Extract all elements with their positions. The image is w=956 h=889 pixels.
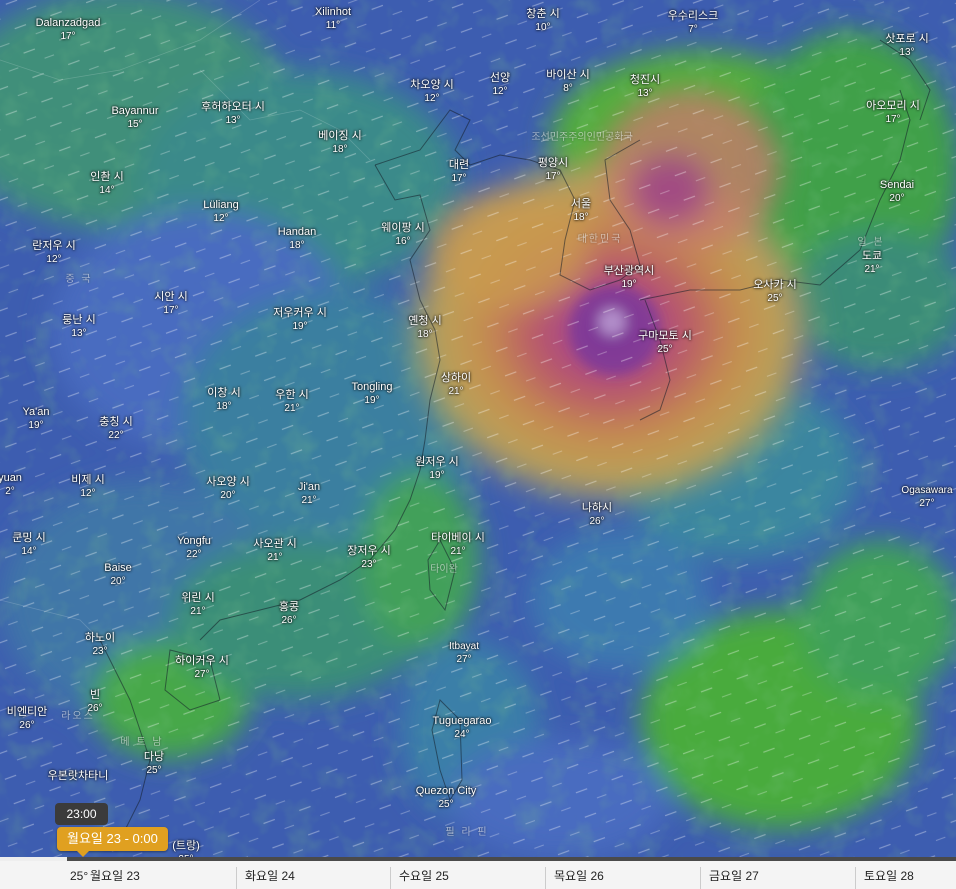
timeline-day[interactable]: 목요일 26 [545, 867, 604, 889]
city-label[interactable]: 위린 시 21° [181, 592, 214, 618]
city-label[interactable]: Sendai 20° [880, 179, 914, 205]
city-label[interactable]: 저우커우 시 19° [265, 307, 335, 333]
city-label[interactable]: 차오양 시 12° [410, 79, 454, 105]
country-label: 베 트 남 [120, 737, 164, 748]
city-label[interactable]: Handan 18° [278, 226, 317, 252]
city-label[interactable]: 다낭 25° [144, 751, 164, 777]
country-label: 조선민주주의인민공화국 [531, 132, 633, 143]
city-label[interactable]: yuan 2° [0, 472, 22, 498]
city-label[interactable]: 우한 시 21° [275, 389, 308, 415]
city-label[interactable]: 충칭 시 22° [99, 416, 132, 442]
country-label: 일 본 [857, 237, 885, 248]
city-label[interactable]: 홍콩 26° [279, 601, 299, 627]
country-label: 중 국 [65, 274, 93, 285]
city-label[interactable]: Itbayat 27° [449, 640, 479, 666]
country-label: 대한민국 [577, 234, 623, 245]
city-label[interactable]: 원저우 시 19° [415, 456, 459, 482]
city-label[interactable]: 우본랏차타니 [48, 770, 109, 783]
city-label[interactable]: 하이커우 시 27° [167, 655, 237, 681]
city-label[interactable]: 웨이팡 시 16° [381, 222, 425, 248]
city-label[interactable]: 쿤밍 시 14° [12, 532, 45, 558]
city-label[interactable]: 옌청 시 18° [408, 315, 441, 341]
city-label[interactable]: Bayannur 15° [111, 105, 158, 131]
current-time-pill[interactable]: 월요일 23 - 0:00 [57, 827, 168, 857]
city-label[interactable]: 평양시 17° [538, 157, 568, 183]
city-label[interactable]: Tongling 19° [352, 381, 393, 407]
city-label[interactable]: Baise 20° [104, 562, 132, 588]
city-label[interactable]: Ji'an 21° [298, 481, 320, 507]
city-label[interactable]: 청진시 13° [630, 74, 660, 100]
city-label[interactable]: 상하이 21° [441, 372, 471, 398]
timeline-progress[interactable] [0, 857, 67, 861]
city-label[interactable]: 오사카 시 25° [753, 279, 797, 305]
city-label[interactable]: 하노이 23° [85, 632, 115, 658]
timeline-day[interactable]: 토요일 28 [855, 867, 914, 889]
city-label[interactable]: Quezon City 25° [416, 785, 477, 811]
city-label[interactable]: Ya'an 19° [23, 406, 50, 432]
country-label: 필 리 핀 [445, 827, 489, 838]
city-label[interactable]: 인촨 시 14° [90, 171, 123, 197]
city-label[interactable]: 이창 시 18° [207, 387, 240, 413]
city-label[interactable]: 바이산 시 8° [546, 69, 590, 95]
timeline-bar[interactable]: 25° 월요일 23 화요일 24 수요일 25 목요일 26 금요일 27 토… [0, 857, 956, 889]
city-label[interactable]: 시안 시 17° [154, 291, 187, 317]
city-label[interactable]: 사오양 시 20° [206, 476, 250, 502]
timeline-day[interactable]: 금요일 27 [700, 867, 759, 889]
city-label[interactable]: Tuguegarao 24° [433, 715, 492, 741]
city-label[interactable]: 삿포로 시 13° [885, 33, 929, 59]
city-label[interactable]: 창춘 시 10° [526, 8, 559, 34]
city-label[interactable]: Ogasawara 27° [901, 484, 952, 510]
city-label[interactable]: 사오관 시 21° [253, 538, 297, 564]
city-label[interactable]: 타이베이 시 21° [423, 532, 493, 558]
city-label[interactable]: Dalanzadgad 17° [36, 17, 101, 43]
city-label[interactable]: 룽난 시 13° [62, 314, 95, 340]
country-label: 라오스 [61, 711, 95, 722]
city-label[interactable]: 비제 시 12° [71, 474, 104, 500]
city-label[interactable]: Xilinhot 11° [315, 6, 351, 32]
city-label[interactable]: 대련 17° [449, 159, 469, 185]
city-label[interactable]: 란저우 시 12° [32, 240, 76, 266]
timeline-day[interactable]: 화요일 24 [236, 867, 295, 889]
city-label[interactable]: 우수리스크 7° [658, 10, 728, 36]
city-label[interactable]: 장저우 시 23° [347, 545, 391, 571]
city-label[interactable]: 비엔티안 26° [7, 706, 47, 732]
city-label[interactable]: 구마모토 시 25° [630, 330, 700, 356]
city-label[interactable]: 선양 12° [490, 72, 510, 98]
city-label[interactable]: 도쿄 21° [862, 250, 882, 276]
city-label[interactable]: 서울 18° [571, 198, 591, 224]
timeline-day[interactable]: 월요일 23 [82, 867, 140, 889]
city-label[interactable]: Lüliang 12° [203, 199, 238, 225]
city-label[interactable]: 후허하오터 시 13° [198, 101, 268, 127]
timeline-day[interactable]: 수요일 25 [390, 867, 449, 889]
city-label[interactable]: 부산광역시 19° [594, 265, 664, 291]
time-tooltip: 23:00 [55, 803, 108, 825]
country-label: 타이완 [430, 564, 458, 575]
city-label[interactable]: 나하시 26° [582, 502, 612, 528]
city-label[interactable]: 베이징 시 18° [318, 130, 362, 156]
city-label[interactable]: 아오모리 시 17° [858, 100, 928, 126]
city-label[interactable]: Yongfu 22° [177, 535, 211, 561]
